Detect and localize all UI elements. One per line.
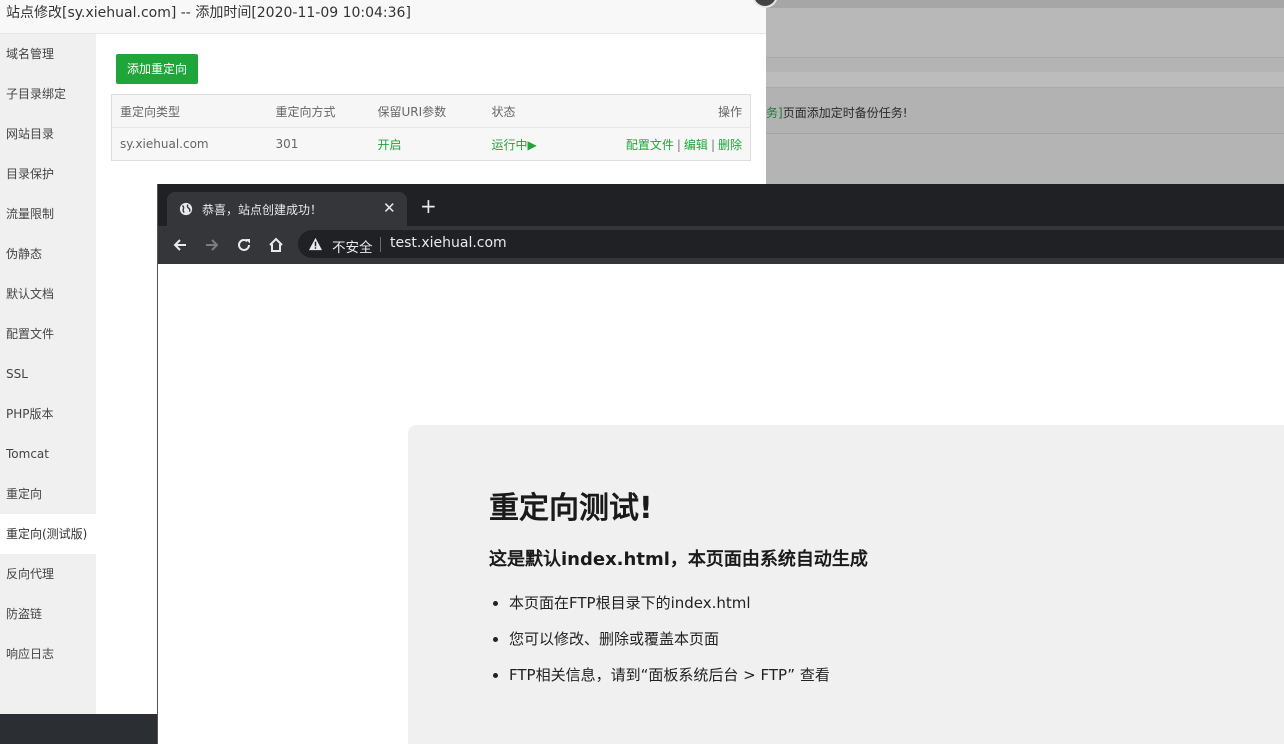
cell-actions: 配置文件 | 编辑 | 删除 bbox=[594, 128, 751, 161]
dialog-sidebar: 域名管理 子目录绑定 网站目录 目录保护 流量限制 伪静态 默认文档 配置文件 … bbox=[0, 34, 96, 714]
sidebar-item-rewrite[interactable]: 伪静态 bbox=[0, 234, 96, 274]
notice-link-fragment: 务] bbox=[766, 106, 783, 120]
info-list: 本页面在FTP根目录下的index.html 您可以修改、删除或覆盖本页面 FT… bbox=[509, 593, 830, 701]
background-top-strip bbox=[766, 0, 1284, 8]
sidebar-item-traffic-limit[interactable]: 流量限制 bbox=[0, 194, 96, 234]
address-divider bbox=[380, 237, 381, 252]
sidebar-item-hotlink-protection[interactable]: 防盗链 bbox=[0, 594, 96, 634]
action-separator: | bbox=[676, 137, 681, 152]
column-header-type: 重定向类型 bbox=[120, 104, 181, 119]
browser-window: 恭喜，站点创建成功！ ✕ + 不安全 test.xiehual.com 重定向测… bbox=[157, 184, 1284, 744]
address-bar[interactable]: 不安全 test.xiehual.com bbox=[298, 230, 1284, 258]
dialog-title: 站点修改[sy.xiehual.com] -- 添加时间[2020-11-09 … bbox=[0, 0, 766, 34]
cell-keep-uri: 开启 bbox=[377, 137, 402, 152]
column-header-status: 状态 bbox=[491, 104, 516, 119]
sidebar-item-dir-protection[interactable]: 目录保护 bbox=[0, 154, 96, 194]
sidebar-item-subdir-binding[interactable]: 子目录绑定 bbox=[0, 74, 96, 114]
column-header-actions: 操作 bbox=[717, 104, 742, 119]
sidebar-item-php-version[interactable]: PHP版本 bbox=[0, 394, 96, 434]
browser-tabstrip: 恭喜，站点创建成功！ ✕ + bbox=[158, 184, 1284, 226]
list-item: FTP相关信息，请到“面板系统后台 > FTP” 查看 bbox=[509, 665, 830, 701]
url-text[interactable]: test.xiehual.com bbox=[390, 235, 507, 251]
background-row bbox=[766, 72, 1284, 88]
edit-link[interactable]: 编辑 bbox=[684, 138, 708, 152]
browser-tab[interactable]: 恭喜，站点创建成功！ ✕ bbox=[167, 192, 407, 226]
background-notice: 务]页面添加定时备份任务! bbox=[766, 88, 1284, 134]
web-page: 重定向测试! 这是默认index.html，本页面由系统自动生成 本页面在FTP… bbox=[158, 264, 1284, 744]
globe-icon bbox=[179, 202, 193, 216]
sidebar-item-default-document[interactable]: 默认文档 bbox=[0, 274, 96, 314]
page-heading: 重定向测试! bbox=[489, 491, 653, 526]
sidebar-item-redirect[interactable]: 重定向 bbox=[0, 474, 96, 514]
notice-message: 页面添加定时备份任务! bbox=[782, 106, 908, 120]
cell-status: 运行中▶ bbox=[484, 128, 594, 161]
sidebar-item-tomcat[interactable]: Tomcat bbox=[0, 434, 96, 474]
list-item: 本页面在FTP根目录下的index.html bbox=[509, 593, 830, 629]
add-redirect-button[interactable]: 添加重定向 bbox=[116, 54, 198, 84]
table-header-row: 重定向类型 重定向方式 保留URI参数 状态 操作 bbox=[111, 94, 751, 128]
background-notice-text: 务]页面添加定时备份任务! bbox=[766, 104, 908, 121]
forward-arrow-icon[interactable] bbox=[203, 236, 221, 254]
background-row bbox=[766, 8, 1284, 58]
new-tab-button[interactable]: + bbox=[420, 196, 437, 216]
back-arrow-icon[interactable] bbox=[171, 236, 189, 254]
column-header-keep-uri: 保留URI参数 bbox=[377, 104, 447, 119]
page-subheading: 这是默认index.html，本页面由系统自动生成 bbox=[489, 549, 868, 570]
redirect-table: 重定向类型 重定向方式 保留URI参数 状态 操作 sy.xiehual.com… bbox=[111, 94, 751, 161]
security-label[interactable]: 不安全 bbox=[332, 236, 373, 256]
delete-link[interactable]: 删除 bbox=[718, 138, 742, 152]
tab-close-icon[interactable]: ✕ bbox=[383, 199, 396, 217]
sidebar-item-config-file[interactable]: 配置文件 bbox=[0, 314, 96, 354]
action-separator: | bbox=[710, 137, 715, 152]
column-header-method: 重定向方式 bbox=[275, 104, 336, 119]
warning-icon[interactable] bbox=[308, 237, 323, 251]
cell-redirect-method: 301 bbox=[275, 137, 299, 151]
content-card: 重定向测试! 这是默认index.html，本页面由系统自动生成 本页面在FTP… bbox=[408, 425, 1284, 744]
sidebar-item-reverse-proxy[interactable]: 反向代理 bbox=[0, 554, 96, 594]
reload-icon[interactable] bbox=[235, 236, 253, 254]
browser-toolbar: 不安全 test.xiehual.com bbox=[158, 226, 1284, 264]
sidebar-item-response-log[interactable]: 响应日志 bbox=[0, 634, 96, 674]
list-item: 您可以修改、删除或覆盖本页面 bbox=[509, 629, 830, 665]
sidebar-item-ssl[interactable]: SSL bbox=[0, 354, 96, 394]
table-row: sy.xiehual.com 301 开启 运行中▶ 配置文件 | 编辑 | 删除 bbox=[111, 127, 751, 161]
home-icon[interactable] bbox=[267, 236, 285, 254]
tab-title: 恭喜，站点创建成功！ bbox=[202, 203, 323, 217]
sidebar-item-site-directory[interactable]: 网站目录 bbox=[0, 114, 96, 154]
config-file-link[interactable]: 配置文件 bbox=[626, 138, 674, 152]
status-toggle-link[interactable]: 运行中▶ bbox=[492, 138, 537, 152]
sidebar-item-redirect-beta[interactable]: 重定向(测试版) bbox=[0, 514, 96, 554]
cell-redirect-type: sy.xiehual.com bbox=[120, 137, 209, 151]
sidebar-item-domain[interactable]: 域名管理 bbox=[0, 34, 96, 74]
